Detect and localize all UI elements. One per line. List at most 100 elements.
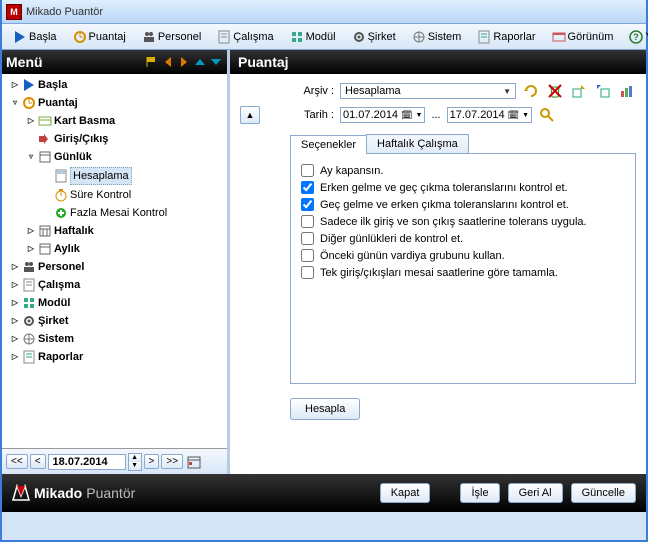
isle-button[interactable]: İşle	[460, 483, 499, 503]
date-sep: ...	[431, 109, 440, 121]
export-icon	[571, 83, 587, 99]
gerial-button[interactable]: Geri Al	[508, 483, 563, 503]
menu-title: Menü	[6, 54, 43, 70]
doc-icon	[22, 278, 36, 292]
guncelle-button[interactable]: Güncelle	[571, 483, 636, 503]
kapat-button[interactable]: Kapat	[380, 483, 431, 503]
trash-icon	[547, 83, 563, 99]
svg-text:?: ?	[634, 32, 640, 42]
toolbar-yardim[interactable]: ?Yardım	[622, 27, 648, 47]
tree-fazla-mesai[interactable]: Fazla Mesai Kontrol	[40, 204, 225, 222]
tree-hesaplama[interactable]: Hesaplama	[40, 166, 225, 186]
calc-icon	[54, 169, 68, 183]
toolbar-modul[interactable]: Modül	[283, 27, 343, 47]
toolbar-puantaj[interactable]: Puantaj	[66, 27, 133, 47]
tree-raporlar[interactable]: ▷Raporlar	[8, 348, 225, 366]
check-4[interactable]: Diğer günlükleri de kontrol et.	[301, 230, 625, 247]
content-title: Puantaj	[238, 54, 289, 70]
arrow-left-icon[interactable]	[161, 55, 175, 69]
chevron-down-icon: ▼	[503, 87, 511, 96]
view-icon	[552, 30, 566, 44]
system-icon	[412, 30, 426, 44]
check-3[interactable]: Sadece ilk giriş ve son çıkış saatlerine…	[301, 213, 625, 230]
tree-kart-basma[interactable]: ▷Kart Basma	[24, 112, 225, 130]
export-button[interactable]	[570, 82, 588, 100]
tree-haftalik[interactable]: ▷Haftalık	[24, 222, 225, 240]
tab-secenekler[interactable]: Seçenekler	[290, 135, 367, 154]
toolbar-raporlar[interactable]: Raporlar	[470, 27, 542, 47]
card-icon	[38, 114, 52, 128]
toolbar-personel[interactable]: Personel	[135, 27, 208, 47]
check-0[interactable]: Ay kapansın.	[301, 162, 625, 179]
toolbar: Başla Puantaj Personel Çalışma Modül Şir…	[2, 24, 646, 50]
system-icon	[22, 332, 36, 346]
calendar-icon: 🗓	[401, 110, 412, 121]
date-spinner[interactable]: ▲▼	[128, 453, 142, 471]
date-to[interactable]: 17.07.2014 🗓 ▼	[447, 107, 532, 123]
tree-calisma[interactable]: ▷Çalışma	[8, 276, 225, 294]
calendar-icon	[38, 150, 52, 164]
refresh-button[interactable]	[522, 82, 540, 100]
clock-icon	[73, 30, 87, 44]
tree-gunluk[interactable]: ▿Günlük	[24, 148, 225, 166]
people-icon	[22, 260, 36, 274]
calendar-button[interactable]	[185, 453, 203, 471]
tree-personel[interactable]: ▷Personel	[8, 258, 225, 276]
content-pane: Puantaj Arşiv : Hesaplama ▼ ▲ Tarih :	[230, 50, 646, 474]
toolbar-basla[interactable]: Başla	[6, 27, 64, 47]
calendar-icon	[186, 454, 202, 470]
content-body: Arşiv : Hesaplama ▼ ▲ Tarih : 01.07.2014…	[230, 74, 646, 474]
check-1[interactable]: Erken gelme ve geç çıkma toleranslarını …	[301, 179, 625, 196]
tree-aylik[interactable]: ▷Aylık	[24, 240, 225, 258]
arsiv-combo[interactable]: Hesaplama ▼	[340, 83, 516, 99]
delete-button[interactable]	[546, 82, 564, 100]
date-nav: << < 18.07.2014 ▲▼ > >>	[2, 448, 227, 474]
nav-next[interactable]: >	[144, 454, 160, 469]
inout-icon	[38, 132, 52, 146]
report-icon	[477, 30, 491, 44]
tree-modul[interactable]: ▷Modül	[8, 294, 225, 312]
report-icon	[22, 350, 36, 364]
tree-basla[interactable]: ▷Başla	[8, 76, 225, 94]
content-header: Puantaj	[230, 50, 646, 74]
toolbar-calisma[interactable]: Çalışma	[210, 27, 280, 47]
toolbar-sistem[interactable]: Sistem	[405, 27, 469, 47]
check-2[interactable]: Geç gelme ve erken çıkma toleranslarını …	[301, 196, 625, 213]
chart-button[interactable]	[618, 82, 636, 100]
nav-date[interactable]: 18.07.2014	[48, 454, 126, 470]
arrow-right-icon[interactable]	[177, 55, 191, 69]
date-from[interactable]: 01.07.2014 🗓 ▼	[340, 107, 425, 123]
hesapla-button[interactable]: Hesapla	[290, 398, 360, 420]
arrow-up-icon[interactable]	[193, 55, 207, 69]
tab-haftalik[interactable]: Haftalık Çalışma	[366, 134, 469, 153]
toolbar-sirket[interactable]: Şirket	[345, 27, 403, 47]
brand-logo-icon	[12, 484, 30, 502]
tarih-label: Tarih :	[282, 109, 334, 121]
nav-prev[interactable]: <	[30, 454, 46, 469]
import-button[interactable]	[594, 82, 612, 100]
play-icon	[22, 78, 36, 92]
tree-giris-cikis[interactable]: Giriş/Çıkış	[24, 130, 225, 148]
arsiv-label: Arşiv :	[282, 85, 334, 97]
flag-icon[interactable]	[145, 55, 159, 69]
check-6[interactable]: Tek giriş/çıkışları mesai saatlerine gör…	[301, 264, 625, 281]
nav-first[interactable]: <<	[6, 454, 28, 469]
gear-icon	[22, 314, 36, 328]
tree-sistem[interactable]: ▷Sistem	[8, 330, 225, 348]
arsiv-value: Hesaplama	[345, 85, 401, 97]
date-search-button[interactable]	[538, 106, 556, 124]
tree-sirket[interactable]: ▷Şirket	[8, 312, 225, 330]
tree-puantaj[interactable]: ▿Puantaj	[8, 94, 225, 112]
collapse-button[interactable]: ▲	[240, 106, 260, 124]
tree-sure-kontrol[interactable]: Süre Kontrol	[40, 186, 225, 204]
menu-header: Menü	[2, 50, 227, 74]
nav-last[interactable]: >>	[161, 454, 183, 469]
menu-tree: ▷Başla ▿Puantaj ▷Kart Basma Giriş/Çıkış …	[2, 74, 227, 448]
app-icon: M	[6, 4, 22, 20]
tab-panel: Ay kapansın. Erken gelme ve geç çıkma to…	[290, 154, 636, 384]
check-5[interactable]: Önceki günün vardiya grubunu kullan.	[301, 247, 625, 264]
arrow-down-icon[interactable]	[209, 55, 223, 69]
toolbar-gorunum[interactable]: Görünüm	[545, 27, 621, 47]
import-icon	[595, 83, 611, 99]
search-icon	[539, 107, 555, 123]
